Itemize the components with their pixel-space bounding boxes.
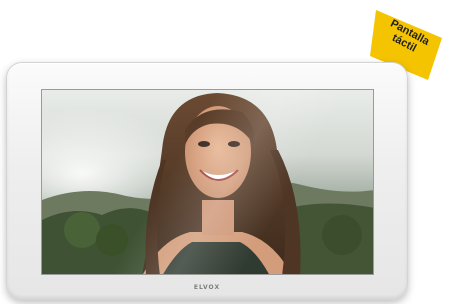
intercom-monitor: ELVOX <box>6 62 408 300</box>
product-image: Pantalla táctil ELVOX <box>0 0 449 304</box>
brand-logo: ELVOX <box>193 284 221 291</box>
screen-photo <box>42 90 373 274</box>
touch-screen[interactable] <box>41 89 374 275</box>
